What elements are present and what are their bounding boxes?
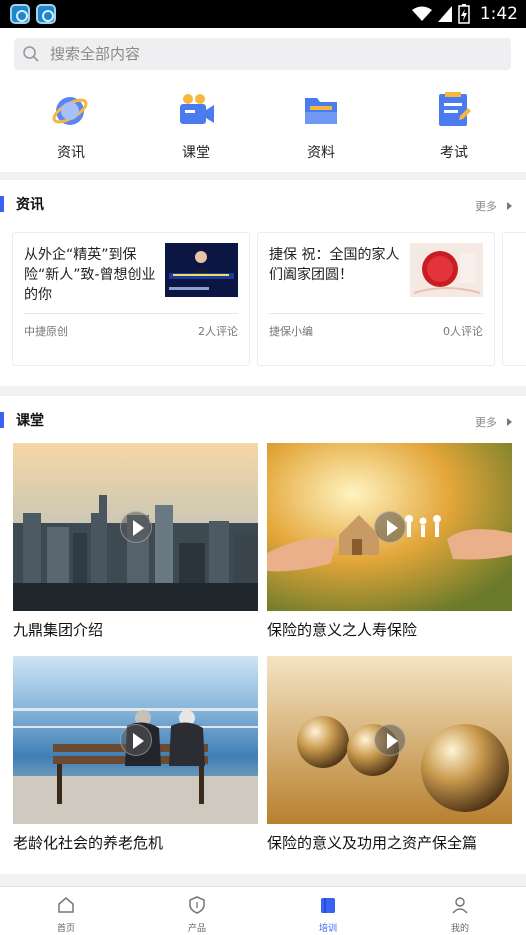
chevron-right-icon — [507, 202, 512, 210]
more-label: 更多 — [475, 416, 497, 429]
course-title: 老龄化社会的养老危机 — [13, 834, 164, 852]
app-notification-icon — [36, 4, 56, 24]
classroom-section-title: 课堂 — [16, 413, 44, 429]
tab-training-label: 培训 — [318, 924, 337, 934]
course-thumbnail — [13, 656, 258, 824]
app-notification-icon — [10, 4, 30, 24]
course-card[interactable]: 保险的意义及功用之资产保全篇 — [267, 656, 512, 853]
play-icon[interactable] — [120, 511, 152, 543]
section-accent-bar — [0, 196, 4, 212]
play-icon[interactable] — [374, 724, 406, 756]
news-comment-count: 0人评论 — [443, 325, 483, 338]
news-author: 中捷原创 — [24, 325, 68, 338]
category-exam[interactable]: 考试 — [409, 90, 499, 162]
tab-profile[interactable]: 我的 — [430, 895, 490, 934]
category-news[interactable]: 资讯 — [26, 90, 116, 162]
news-thumbnail — [410, 243, 483, 297]
clipboard-icon — [439, 92, 471, 126]
section-accent-bar — [0, 412, 4, 428]
news-section-header: 资讯 更多 — [0, 180, 526, 228]
play-icon[interactable] — [120, 724, 152, 756]
news-card-title: 从外企“精英”到保险“新人”致-曾想创业的你 — [24, 247, 156, 303]
play-icon[interactable] — [374, 511, 406, 543]
course-card[interactable]: 保险的意义之人寿保险 — [267, 443, 512, 640]
wifi-icon — [411, 6, 432, 21]
category-materials-label: 资料 — [307, 145, 335, 161]
tab-training[interactable]: 培训 — [298, 895, 358, 934]
course-title: 保险的意义及功用之资产保全篇 — [267, 834, 478, 852]
tab-home-label: 首页 — [56, 924, 75, 934]
globe-icon — [52, 97, 88, 125]
user-icon — [452, 897, 468, 914]
tab-products[interactable]: 产品 — [167, 895, 227, 934]
category-classroom[interactable]: 课堂 — [151, 90, 241, 162]
news-thumbnail — [165, 243, 238, 297]
news-comment-count: 2人评论 — [198, 325, 238, 338]
home-icon — [58, 897, 74, 913]
search-icon — [23, 46, 39, 62]
classroom-section-header: 课堂 更多 — [0, 396, 526, 444]
divider — [24, 313, 238, 314]
news-card[interactable]: 捷保 祝：全国的家人们阖家团圆！ 捷保小编 0人评论 — [257, 232, 495, 366]
course-card[interactable]: 老龄化社会的养老危机 — [13, 656, 258, 853]
category-materials[interactable]: 资料 — [276, 90, 366, 162]
chevron-right-icon — [507, 418, 512, 426]
course-title: 保险的意义之人寿保险 — [267, 621, 418, 639]
course-thumbnail — [267, 656, 512, 824]
classroom-section: 课堂 更多 九鼎集团介绍 保险的意义之人寿保险 老龄化社会的养老危机 保险的意义… — [0, 396, 526, 874]
news-card-partial[interactable] — [502, 232, 526, 366]
classroom-more-link[interactable]: 更多 — [475, 414, 512, 430]
news-carousel[interactable]: 从外企“精英”到保险“新人”致-曾想创业的你 中捷原创 2人评论 捷保 祝：全国… — [12, 232, 526, 368]
search-bar[interactable] — [14, 38, 511, 70]
battery-icon — [458, 4, 470, 24]
category-news-label: 资讯 — [57, 145, 85, 161]
course-card[interactable]: 九鼎集团介绍 — [13, 443, 258, 640]
category-classroom-label: 课堂 — [182, 145, 210, 161]
search-input[interactable] — [50, 45, 470, 63]
course-thumbnail — [13, 443, 258, 611]
status-bar: 1:42 — [0, 0, 526, 28]
tab-home[interactable]: 首页 — [36, 895, 96, 934]
shield-icon — [189, 896, 205, 914]
more-label: 更多 — [475, 200, 497, 213]
signal-icon — [437, 6, 452, 22]
news-more-link[interactable]: 更多 — [475, 198, 512, 214]
news-card-title: 捷保 祝：全国的家人们阖家团圆！ — [269, 247, 400, 283]
header-area: 资讯 课堂 资料 — [0, 28, 526, 172]
news-section: 资讯 更多 从外企“精英”到保险“新人”致-曾想创业的你 中捷原创 2人评论 捷… — [0, 180, 526, 386]
status-time: 1:42 — [479, 4, 518, 24]
news-author: 捷保小编 — [269, 325, 313, 338]
book-icon — [321, 898, 335, 913]
video-camera-icon — [180, 94, 214, 124]
folder-icon — [305, 98, 337, 124]
tab-products-label: 产品 — [187, 924, 206, 934]
bottom-tab-bar: 首页 产品 培训 我的 — [0, 886, 526, 935]
tab-profile-label: 我的 — [450, 924, 469, 934]
course-thumbnail — [267, 443, 512, 611]
news-section-title: 资讯 — [16, 197, 44, 213]
category-exam-label: 考试 — [440, 145, 468, 161]
course-title: 九鼎集团介绍 — [13, 621, 104, 639]
news-card[interactable]: 从外企“精英”到保险“新人”致-曾想创业的你 中捷原创 2人评论 — [12, 232, 250, 366]
category-grid: 资讯 课堂 资料 考试 — [0, 90, 526, 162]
divider — [269, 313, 483, 314]
